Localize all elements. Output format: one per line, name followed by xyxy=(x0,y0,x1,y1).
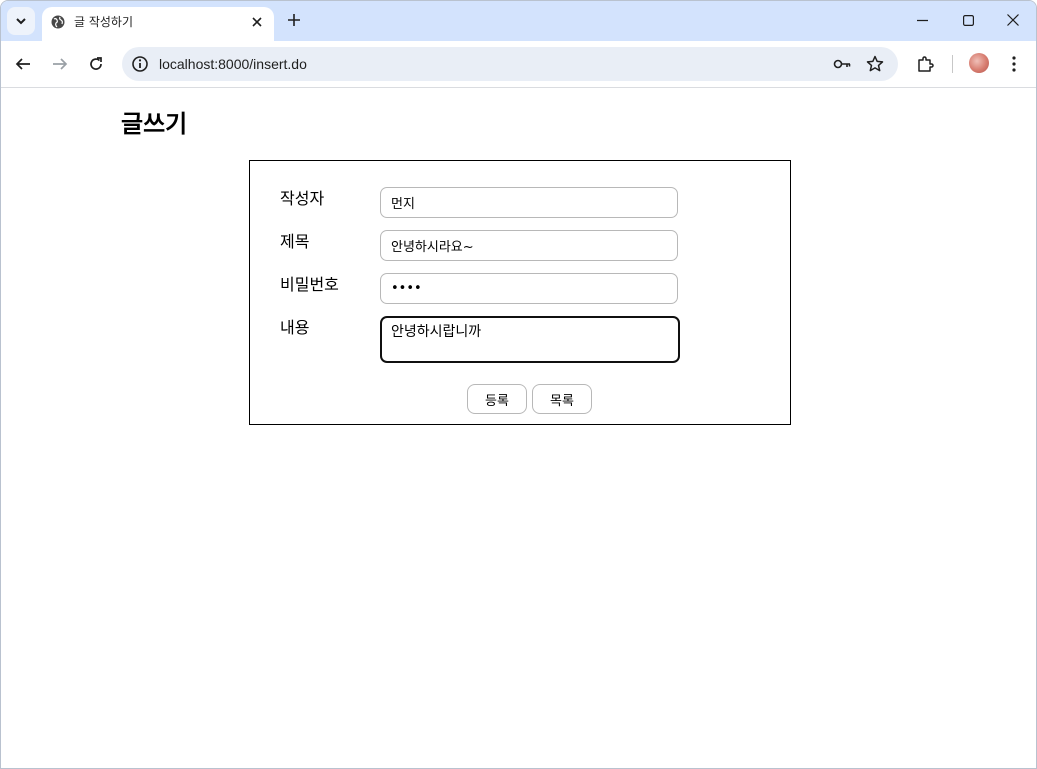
reload-icon[interactable] xyxy=(83,51,109,77)
browser-toolbar: localhost:8000/insert.do xyxy=(1,41,1036,88)
avatar[interactable] xyxy=(969,53,989,73)
close-icon[interactable] xyxy=(248,13,266,31)
author-field[interactable] xyxy=(380,187,678,218)
list-button[interactable]: 목록 xyxy=(532,384,592,414)
tab-search-icon[interactable] xyxy=(7,7,35,35)
extensions-icon[interactable] xyxy=(912,51,938,77)
window-close-icon[interactable] xyxy=(1000,7,1026,33)
password-field[interactable] xyxy=(380,273,678,304)
tab-strip: 글 작성하기 xyxy=(1,1,1036,41)
back-arrow-icon[interactable] xyxy=(10,51,36,77)
forward-arrow-icon[interactable] xyxy=(47,51,73,77)
maximize-icon[interactable] xyxy=(955,7,981,33)
password-label: 비밀번호 xyxy=(280,275,339,294)
page-title: 글쓰기 xyxy=(121,110,188,138)
url-text[interactable]: localhost:8000/insert.do xyxy=(159,55,307,73)
write-form: 작성자 제목 비밀번호 내용 안녕하시랍니까 등록 목록 xyxy=(249,160,791,425)
submit-button[interactable]: 등록 xyxy=(467,384,527,414)
plus-icon[interactable] xyxy=(283,9,305,31)
info-icon[interactable] xyxy=(131,55,149,73)
content-textarea[interactable]: 안녕하시랍니까 xyxy=(380,316,680,363)
toolbar-divider xyxy=(952,55,953,73)
address-bar[interactable]: localhost:8000/insert.do xyxy=(122,47,898,81)
tab-title: 글 작성하기 xyxy=(74,15,134,29)
author-label: 작성자 xyxy=(280,189,325,208)
more-vertical-icon[interactable] xyxy=(1001,51,1027,77)
content-label: 내용 xyxy=(280,318,310,337)
globe-icon xyxy=(51,15,65,29)
page-content: 글쓰기 작성자 제목 비밀번호 내용 안녕하시랍니까 등록 목록 xyxy=(1,88,1036,768)
key-icon[interactable] xyxy=(833,55,851,73)
browser-window: 글 작성하기 localhost:8000/insert.do 글쓰기 작성자 … xyxy=(0,0,1037,769)
tab-active[interactable]: 글 작성하기 xyxy=(42,7,274,41)
star-icon[interactable] xyxy=(866,55,884,73)
minimize-icon[interactable] xyxy=(909,7,935,33)
subject-label: 제목 xyxy=(280,232,310,251)
subject-field[interactable] xyxy=(380,230,678,261)
